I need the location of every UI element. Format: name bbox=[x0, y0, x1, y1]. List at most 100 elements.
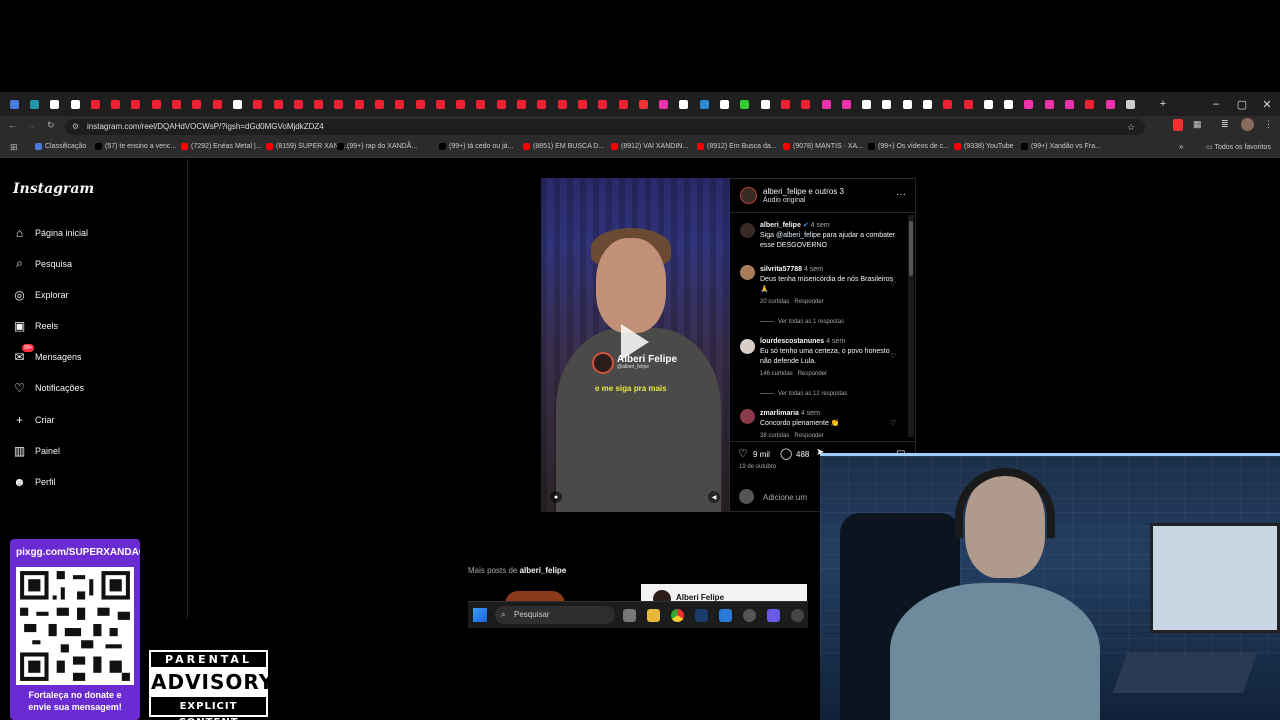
browser-tab[interactable] bbox=[511, 92, 531, 116]
like-heart-icon[interactable]: ♡ bbox=[738, 447, 748, 460]
extensions-puzzle-icon[interactable]: ▦ bbox=[1193, 119, 1202, 130]
view-replies-link[interactable]: Ver todas as 1 respostas bbox=[760, 319, 844, 325]
close-window-button[interactable]: ✕ bbox=[1254, 92, 1280, 116]
browser-tab[interactable] bbox=[430, 92, 450, 116]
browser-tab[interactable] bbox=[1059, 92, 1079, 116]
browser-tab[interactable] bbox=[146, 92, 166, 116]
comments-scrollbar[interactable] bbox=[908, 215, 914, 437]
browser-tab[interactable] bbox=[978, 92, 998, 116]
browser-tab[interactable] bbox=[65, 92, 85, 116]
extension-icon[interactable] bbox=[1173, 119, 1183, 131]
caption-mention[interactable]: @alberi_felipe bbox=[776, 232, 821, 239]
more-posts-user[interactable]: alberi_felipe bbox=[520, 566, 567, 575]
browser-tab[interactable] bbox=[227, 92, 247, 116]
bookmark-star-icon[interactable]: ☆ bbox=[1127, 119, 1135, 135]
browser-tab[interactable] bbox=[248, 92, 268, 116]
more-options-icon[interactable]: ··· bbox=[896, 189, 906, 200]
browser-tab[interactable] bbox=[999, 92, 1019, 116]
browser-tab[interactable] bbox=[796, 92, 816, 116]
scrollbar-thumb[interactable] bbox=[909, 221, 913, 276]
browser-tab[interactable] bbox=[349, 92, 369, 116]
forward-arrow-icon[interactable]: → bbox=[27, 120, 36, 130]
reply-button[interactable]: Responder bbox=[794, 299, 823, 305]
media-control-icon[interactable]: ≣ bbox=[1221, 119, 1229, 130]
browser-tab[interactable] bbox=[288, 92, 308, 116]
browser-tab[interactable] bbox=[105, 92, 125, 116]
browser-tab[interactable] bbox=[1100, 92, 1120, 116]
windows-start-icon[interactable] bbox=[473, 608, 487, 622]
browser-tab[interactable] bbox=[735, 92, 755, 116]
browser-tab[interactable] bbox=[329, 92, 349, 116]
tagged-user-icon[interactable]: ● bbox=[550, 491, 562, 503]
comment-avatar[interactable] bbox=[740, 265, 755, 280]
maximize-button[interactable]: ▢ bbox=[1229, 92, 1255, 116]
comment-icon[interactable]: ◯ bbox=[780, 447, 792, 460]
apps-grid-icon[interactable]: ⊞ bbox=[10, 142, 18, 153]
nav-item-reels[interactable]: ▣ Reels bbox=[13, 319, 58, 333]
browser-tab[interactable] bbox=[917, 92, 937, 116]
minimize-button[interactable]: – bbox=[1203, 92, 1229, 116]
url-field[interactable]: ⚙ instagram.com/reel/DQAHdVOCWsP/?igsh=d… bbox=[65, 119, 1145, 135]
caption-avatar[interactable] bbox=[740, 223, 755, 238]
browser-menu-icon[interactable]: ⋮ bbox=[1264, 119, 1273, 130]
browser-tab[interactable] bbox=[877, 92, 897, 116]
browser-tab[interactable] bbox=[552, 92, 572, 116]
bookmark-item[interactable]: (99+) Xandão vs Fra... bbox=[1021, 143, 1101, 150]
comment-user[interactable]: lourdescostanunes bbox=[760, 338, 824, 345]
browser-tab[interactable] bbox=[1019, 92, 1039, 116]
settings-icon[interactable] bbox=[743, 609, 756, 622]
browser-tab[interactable] bbox=[1080, 92, 1100, 116]
comment-avatar[interactable] bbox=[740, 339, 755, 354]
instagram-logo[interactable]: Instagram bbox=[13, 181, 94, 197]
bookmark-item[interactable]: (99+) Os vídeos de c... bbox=[868, 143, 949, 150]
bookmark-item[interactable]: (7292) Enéas Metal |... bbox=[181, 143, 262, 150]
browser-tab[interactable] bbox=[471, 92, 491, 116]
nav-item-perfil[interactable]: ☻ Perfil bbox=[13, 475, 55, 489]
nav-item-painel[interactable]: ▥ Painel bbox=[13, 444, 60, 458]
browser-tab[interactable] bbox=[532, 92, 552, 116]
bookmark-item[interactable]: (8851) EM BUSCA D... bbox=[523, 143, 604, 150]
browser-tab[interactable] bbox=[1039, 92, 1059, 116]
task-view-icon[interactable] bbox=[623, 609, 636, 622]
browser-tab[interactable] bbox=[4, 92, 24, 116]
browser-tab[interactable] bbox=[897, 92, 917, 116]
nav-item-explorar[interactable]: ◎ Explorar bbox=[13, 288, 68, 302]
nav-item-notifica-es[interactable]: ♡ Notificações bbox=[13, 381, 84, 395]
browser-tab[interactable] bbox=[755, 92, 775, 116]
browser-tab[interactable] bbox=[654, 92, 674, 116]
file-explorer-icon[interactable] bbox=[647, 609, 660, 622]
new-tab-button[interactable]: + bbox=[1150, 92, 1176, 116]
bookmark-item[interactable]: (8912) VAI XANDIN... bbox=[611, 143, 688, 150]
author-avatar[interactable] bbox=[740, 187, 757, 204]
reply-button[interactable]: Responder bbox=[794, 433, 823, 439]
reload-icon[interactable]: ↻ bbox=[47, 120, 55, 131]
like-comment-heart-icon[interactable]: ♡ bbox=[890, 280, 896, 288]
comment-likes[interactable]: 38 curtidas bbox=[760, 433, 789, 439]
comment-avatar[interactable] bbox=[740, 409, 755, 424]
browser-tab[interactable] bbox=[126, 92, 146, 116]
browser-tab[interactable] bbox=[674, 92, 694, 116]
site-info-icon[interactable]: ⚙ bbox=[72, 119, 79, 135]
browser-tab[interactable] bbox=[836, 92, 856, 116]
comment-likes[interactable]: 20 curtidas bbox=[760, 299, 789, 305]
browser-tab[interactable] bbox=[958, 92, 978, 116]
bookmark-item[interactable]: (9338) YouTube bbox=[954, 143, 1014, 150]
browser-tab[interactable] bbox=[816, 92, 836, 116]
browser-tab[interactable] bbox=[390, 92, 410, 116]
browser-tab[interactable] bbox=[1120, 92, 1140, 116]
browser-tab[interactable] bbox=[166, 92, 186, 116]
reel-video[interactable]: Alberi Felipe @alberi_felipe e me siga p… bbox=[541, 178, 730, 512]
browser-tab[interactable] bbox=[633, 92, 653, 116]
browser-tab[interactable] bbox=[451, 92, 471, 116]
bookmark-item[interactable]: (9078) MANTIS · XA... bbox=[783, 143, 863, 150]
like-comment-heart-icon[interactable]: ♡ bbox=[890, 419, 896, 427]
browser-tab[interactable] bbox=[613, 92, 633, 116]
comment-likes[interactable]: 146 curtidas bbox=[760, 371, 793, 377]
chrome-icon[interactable] bbox=[671, 609, 684, 622]
browser-tab[interactable] bbox=[491, 92, 511, 116]
browser-tab[interactable] bbox=[938, 92, 958, 116]
all-bookmarks-folder[interactable]: ▭ Todos os favoritos bbox=[1206, 143, 1271, 151]
post-author[interactable]: alberi_felipe e outros 3 bbox=[763, 187, 844, 196]
more-bookmarks-chevron-icon[interactable]: » bbox=[1179, 142, 1183, 151]
browser-tab[interactable] bbox=[24, 92, 44, 116]
